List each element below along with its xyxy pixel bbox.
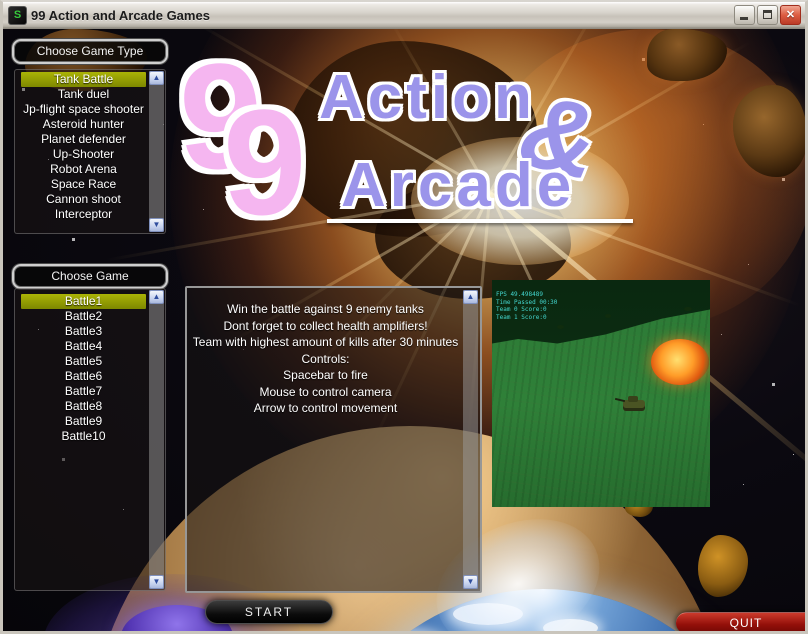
description-panel: Win the battle against 9 enemy tanksDont… (185, 286, 482, 593)
game-item[interactable]: Battle7 (21, 384, 146, 399)
game-type-listbox: Tank BattleTank duelJp-flight space shoo… (14, 69, 166, 234)
scroll-down-icon[interactable]: ▼ (149, 575, 164, 589)
game-item[interactable]: Battle3 (21, 324, 146, 339)
preview-explosion (651, 339, 709, 385)
game-listbox: Battle1Battle2Battle3Battle4Battle5Battl… (14, 288, 166, 591)
game-item[interactable]: Battle10 (21, 429, 146, 444)
game-item[interactable]: Battle6 (21, 369, 146, 384)
main-area: 9 9 Action & Arcade Choose Game Type Tan… (3, 29, 805, 632)
game-items: Battle1Battle2Battle3Battle4Battle5Battl… (21, 294, 146, 444)
game-type-item[interactable]: Robot Arena (21, 162, 146, 177)
game-item[interactable]: Battle4 (21, 339, 146, 354)
logo-arcade: Arcade (341, 155, 575, 217)
scroll-down-icon[interactable]: ▼ (463, 575, 478, 589)
description-line: Mouse to control camera (191, 384, 460, 401)
asteroid (698, 535, 748, 597)
logo-underline (327, 219, 633, 223)
maximize-icon (763, 10, 772, 19)
logo-action: Action (319, 67, 536, 129)
hud-line: Time Passed 00:30 (496, 299, 557, 307)
game-scrollbar[interactable]: ▲ ▼ (149, 290, 164, 589)
game-item[interactable]: Battle9 (21, 414, 146, 429)
preview-hud: FPS 49.498489Time Passed 00:30Team 0 Sco… (496, 291, 557, 321)
window-controls: ✕ (734, 5, 801, 25)
game-header: Choose Game (12, 264, 168, 289)
scroll-up-icon[interactable]: ▲ (149, 71, 164, 85)
game-item[interactable]: Battle2 (21, 309, 146, 324)
window-title: 99 Action and Arcade Games (31, 8, 734, 23)
hud-line: Team 0 Score:0 (496, 306, 557, 314)
description-line: Spacebar to fire (191, 367, 460, 384)
stars-decoration (3, 29, 4, 30)
game-type-item[interactable]: Tank Battle (21, 72, 146, 87)
description-line: Arrow to control movement (191, 400, 460, 417)
game-preview-image: FPS 49.498489Time Passed 00:30Team 0 Sco… (492, 280, 710, 507)
game-type-scrollbar[interactable]: ▲ ▼ (149, 71, 164, 232)
description-scrollbar[interactable]: ▲ ▼ (463, 290, 478, 589)
game-item[interactable]: Battle1 (21, 294, 146, 309)
description-line: Win the battle against 9 enemy tanks (191, 301, 460, 318)
game-item[interactable]: Battle8 (21, 399, 146, 414)
title-bar[interactable]: S 99 Action and Arcade Games ✕ (3, 2, 805, 29)
quit-button[interactable]: QUIT (676, 612, 805, 632)
game-type-item[interactable]: Jp-flight space shooter (21, 102, 146, 117)
scroll-up-icon[interactable]: ▲ (463, 290, 478, 304)
start-button[interactable]: START (205, 600, 333, 624)
game-type-items: Tank BattleTank duelJp-flight space shoo… (21, 72, 146, 222)
app-icon: S (8, 6, 27, 25)
minimize-icon (740, 17, 748, 20)
game-type-item[interactable]: Cannon shoot (21, 192, 146, 207)
app-window: S 99 Action and Arcade Games ✕ (0, 0, 808, 634)
scroll-up-icon[interactable]: ▲ (149, 290, 164, 304)
description-line: Dont forget to collect health amplifiers… (191, 318, 460, 335)
game-type-item[interactable]: Interceptor (21, 207, 146, 222)
scroll-down-icon[interactable]: ▼ (149, 218, 164, 232)
description-text: Win the battle against 9 enemy tanksDont… (191, 301, 460, 417)
description-line: Controls: (191, 351, 460, 368)
close-button[interactable]: ✕ (780, 5, 801, 25)
game-type-item[interactable]: Space Race (21, 177, 146, 192)
hud-line: FPS 49.498489 (496, 291, 557, 299)
game-type-header: Choose Game Type (12, 39, 168, 64)
minimize-button[interactable] (734, 5, 755, 25)
game-item[interactable]: Battle5 (21, 354, 146, 369)
game-type-item[interactable]: Tank duel (21, 87, 146, 102)
preview-tank (623, 400, 645, 411)
hud-line: Team 1 Score:0 (496, 314, 557, 322)
game-type-item[interactable]: Asteroid hunter (21, 117, 146, 132)
game-type-item[interactable]: Planet defender (21, 132, 146, 147)
logo-nine-right: 9 (223, 87, 306, 237)
game-type-item[interactable]: Up-Shooter (21, 147, 146, 162)
description-line: Team with highest amount of kills after … (191, 334, 460, 351)
maximize-button[interactable] (757, 5, 778, 25)
